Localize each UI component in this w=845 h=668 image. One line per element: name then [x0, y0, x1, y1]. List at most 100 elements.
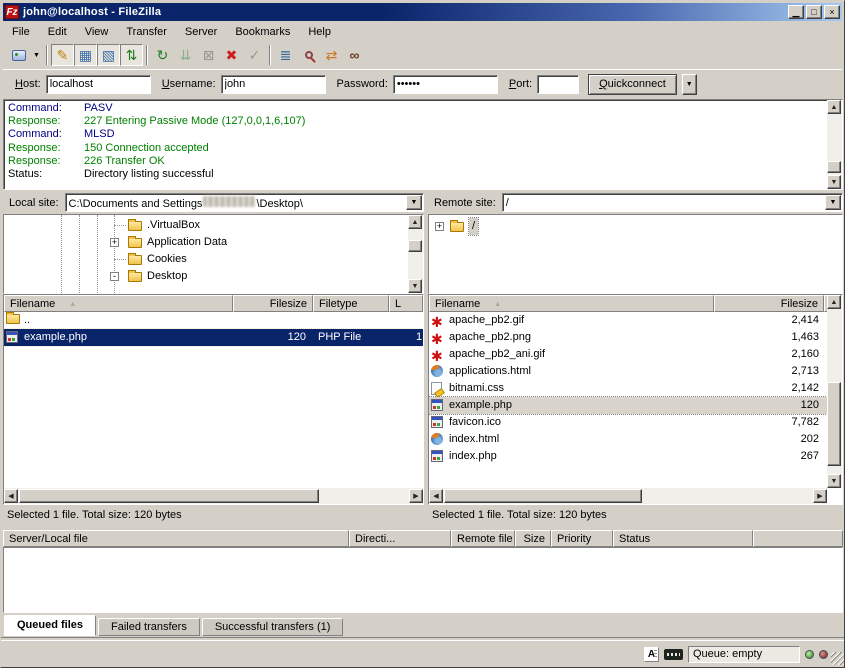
scroll-thumb[interactable]: [827, 382, 841, 466]
file-row[interactable]: favicon.ico 7,782: [429, 414, 827, 431]
site-manager-dropdown-icon[interactable]: ▼: [30, 44, 43, 66]
refresh-icon[interactable]: ↻: [151, 44, 174, 66]
remote-list-vscrollbar[interactable]: ▲ ▼: [827, 295, 842, 488]
toggle-transfer-queue-icon[interactable]: ⇅: [120, 44, 143, 66]
tree-item[interactable]: + /: [429, 218, 842, 235]
menu-edit[interactable]: Edit: [39, 24, 76, 40]
password-input[interactable]: [393, 75, 498, 94]
disconnect-icon[interactable]: ✖: [220, 44, 243, 66]
file-row[interactable]: ✱ apache_pb2.gif 2,414: [429, 312, 827, 329]
chevron-down-icon[interactable]: ▼: [825, 195, 841, 210]
file-row[interactable]: index.php 267: [429, 448, 827, 465]
window-title: john@localhost - FileZilla: [23, 6, 161, 18]
filter-icon[interactable]: ≣: [274, 44, 297, 66]
close-icon[interactable]: ×: [824, 5, 840, 19]
collapse-minus-icon[interactable]: -: [110, 272, 119, 281]
process-queue-icon[interactable]: ⇊: [174, 44, 197, 66]
tab-successful-transfers[interactable]: Successful transfers (1): [202, 618, 344, 636]
remote-directory-tree: + /: [428, 214, 843, 294]
file-row-selected[interactable]: example.php 120: [429, 397, 827, 414]
scroll-up-icon[interactable]: ▲: [827, 100, 841, 114]
remote-list-hscrollbar[interactable]: ◀ ▶: [429, 488, 827, 504]
quickconnect-button[interactable]: Quickconnect: [588, 74, 677, 95]
menu-transfer[interactable]: Transfer: [117, 24, 176, 40]
column-header-filename[interactable]: Filename▲: [429, 295, 714, 312]
toggle-message-log-icon[interactable]: ✎: [51, 44, 74, 66]
chevron-down-icon[interactable]: ▼: [406, 195, 422, 210]
column-header-filetype[interactable]: Filetype: [313, 295, 389, 312]
scroll-left-icon[interactable]: ◀: [4, 489, 18, 503]
file-row[interactable]: ✱ apache_pb2.png 1,463: [429, 329, 827, 346]
file-row[interactable]: bitnami.css 2,142: [429, 380, 827, 397]
maximize-icon[interactable]: □: [806, 5, 822, 19]
scroll-thumb[interactable]: [19, 489, 319, 503]
tab-queued-files[interactable]: Queued files: [4, 615, 96, 636]
tree-item[interactable]: - Desktop: [4, 268, 423, 285]
port-input[interactable]: [537, 75, 579, 94]
menu-view[interactable]: View: [76, 24, 118, 40]
find-files-icon[interactable]: ∞: [343, 44, 366, 66]
remote-site-combo[interactable]: / ▼: [502, 193, 843, 212]
column-header-direction[interactable]: Directi...: [349, 530, 451, 547]
column-header-filesize[interactable]: Filesize: [714, 295, 824, 312]
column-header-server-local-file[interactable]: Server/Local file: [3, 530, 349, 547]
scroll-down-icon[interactable]: ▼: [408, 279, 422, 293]
compare-directories-icon[interactable]: [297, 44, 320, 66]
site-manager-icon[interactable]: [7, 44, 30, 66]
tree-item[interactable]: .VirtualBox: [4, 217, 423, 234]
css-file-icon: [431, 382, 442, 395]
scroll-thumb[interactable]: [827, 161, 841, 173]
local-list-hscrollbar[interactable]: ◀ ▶: [4, 488, 423, 504]
username-input[interactable]: [221, 75, 326, 94]
scroll-thumb[interactable]: [444, 489, 642, 503]
scroll-up-icon[interactable]: ▲: [408, 215, 422, 229]
expand-plus-icon[interactable]: +: [435, 222, 444, 231]
cancel-operation-icon[interactable]: ⊠: [197, 44, 220, 66]
menu-file[interactable]: File: [3, 24, 39, 40]
column-header-lastmodified[interactable]: L: [389, 295, 423, 312]
resize-grip-icon[interactable]: [831, 652, 844, 665]
modified-cell: 1: [416, 329, 424, 346]
quickconnect-dropdown-icon[interactable]: ▼: [682, 74, 697, 95]
column-header-filename[interactable]: Filename▲: [4, 295, 233, 312]
local-site-combo[interactable]: C:\Documents and Settings\Desktop\ ▼: [65, 193, 424, 212]
tree-item[interactable]: Cookies: [4, 251, 423, 268]
menu-help[interactable]: Help: [299, 24, 340, 40]
column-header-status[interactable]: Status: [613, 530, 753, 547]
minimize-icon[interactable]: ▁: [788, 5, 804, 19]
log-scrollbar[interactable]: ▲ ▼: [827, 100, 842, 189]
acknowledge-icon[interactable]: ✓: [243, 44, 266, 66]
tab-failed-transfers[interactable]: Failed transfers: [98, 618, 200, 636]
scroll-down-icon[interactable]: ▼: [827, 175, 841, 189]
expand-plus-icon[interactable]: +: [110, 238, 119, 247]
menu-bookmarks[interactable]: Bookmarks: [226, 24, 299, 40]
ico-file-icon: [431, 416, 443, 428]
column-header-remote-file[interactable]: Remote file: [451, 530, 515, 547]
remote-list-header: Filename▲ Filesize: [429, 295, 827, 312]
scroll-down-icon[interactable]: ▼: [827, 474, 841, 488]
toggle-local-tree-icon[interactable]: ▦: [74, 44, 97, 66]
column-header-priority[interactable]: Priority: [551, 530, 613, 547]
file-row[interactable]: applications.html 2,713: [429, 363, 827, 380]
broken-image-icon: ✱: [431, 331, 443, 347]
file-row-selected[interactable]: example.php 120 PHP File 1: [4, 329, 423, 346]
log-line: Command:PASV: [4, 102, 826, 115]
scroll-left-icon[interactable]: ◀: [429, 489, 443, 503]
tree-item[interactable]: + Application Data: [4, 234, 423, 251]
column-header-filesize[interactable]: Filesize: [233, 295, 313, 312]
toggle-remote-tree-icon[interactable]: ▧: [97, 44, 120, 66]
file-row[interactable]: ✱ apache_pb2_ani.gif 2,160: [429, 346, 827, 363]
scroll-thumb[interactable]: [408, 240, 422, 252]
column-header-size[interactable]: Size: [515, 530, 551, 547]
scroll-right-icon[interactable]: ▶: [813, 489, 827, 503]
scroll-up-icon[interactable]: ▲: [827, 295, 841, 309]
file-row[interactable]: ..: [4, 312, 423, 329]
menu-server[interactable]: Server: [176, 24, 226, 40]
local-tree-scrollbar[interactable]: ▲ ▼: [408, 215, 423, 293]
speed-limit-icon: [664, 649, 683, 660]
tree-item-selected[interactable]: /: [469, 218, 478, 235]
scroll-right-icon[interactable]: ▶: [409, 489, 423, 503]
host-input[interactable]: [46, 75, 151, 94]
sync-browsing-icon[interactable]: ⇄: [320, 44, 343, 66]
file-row[interactable]: index.html 202: [429, 431, 827, 448]
